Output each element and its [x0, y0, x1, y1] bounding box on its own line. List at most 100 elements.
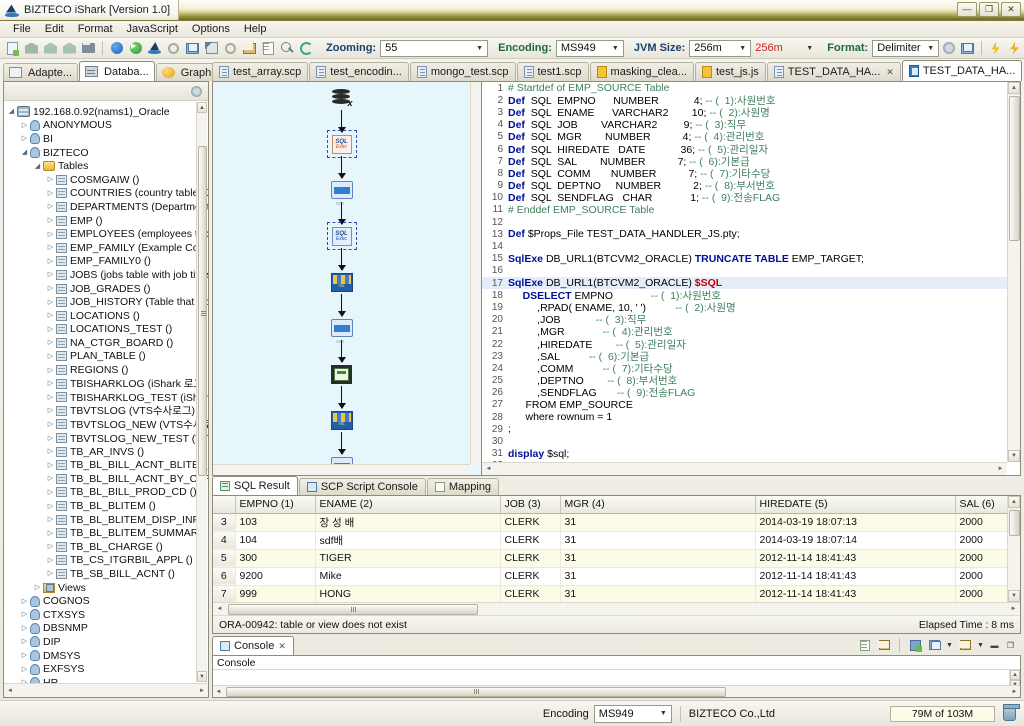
table-cell[interactable]: 999	[235, 585, 316, 602]
tree-item[interactable]: ▷ DMSYS	[4, 649, 208, 663]
twisty-expand-icon[interactable]: ▷	[45, 380, 56, 387]
column-header[interactable]: EMPNO (1)	[235, 496, 316, 514]
display-icon[interactable]	[329, 316, 355, 340]
code-line[interactable]: 26 ,SENDFLAG -- ( 9):전송FLAG	[482, 387, 1007, 399]
table-row[interactable]: 5300TIGERCLERK312012-11-14 18:41:4320005…	[213, 549, 1007, 568]
twisty-expand-icon[interactable]: ▷	[45, 462, 56, 469]
twisty-expand-icon[interactable]: ▷	[45, 448, 56, 455]
code-line[interactable]: 16	[482, 265, 1007, 277]
table-cell[interactable]: 31	[560, 549, 756, 568]
chevron-down-icon[interactable]: ▼	[945, 642, 954, 649]
sql-truncate-icon[interactable]: SQL Exec	[326, 130, 357, 158]
code-line[interactable]: 13 Def $Props_File TEST_DATA_HANDLER_JS.p…	[482, 228, 1007, 240]
memory-indicator[interactable]: 79M of 103M	[890, 705, 995, 722]
scroll-thumb[interactable]	[226, 686, 726, 697]
window-yellow-icon[interactable]	[241, 40, 258, 57]
encoding-combo[interactable]: MS949 ▼	[555, 39, 624, 57]
table-row[interactable]: 7999HONGCLERK312012-11-14 18:41:43200050…	[213, 585, 1007, 602]
twisty-expand-icon[interactable]: ▷	[45, 217, 56, 224]
twisty-expand-icon[interactable]: ▷	[45, 353, 56, 360]
twisty-expand-icon[interactable]: ▷	[45, 258, 56, 265]
tree-item[interactable]: ▷ REGIONS ()	[4, 363, 208, 377]
editor-tab[interactable]: test_array.scp	[212, 62, 309, 81]
column-header[interactable]: HIREDATE (5)	[755, 496, 956, 514]
zooming-combo[interactable]: 55 ▼	[380, 39, 489, 57]
tree-vertical-scrollbar[interactable]: ▲ ▼	[196, 102, 207, 682]
bolt-stop-icon[interactable]	[1006, 40, 1023, 57]
scroll-up-icon[interactable]: ▲	[1008, 82, 1020, 94]
grid-vertical-scrollbar[interactable]: ▲ ▼	[1007, 496, 1020, 602]
tree-item[interactable]: ▷ EMP ()	[4, 214, 208, 228]
tree-item[interactable]: ▷ TB_CS_ITGRBIL_APPL ()	[4, 554, 208, 568]
table-insert-icon[interactable]: TBL	[329, 270, 355, 294]
menu-file[interactable]: File	[6, 22, 38, 36]
chevron-down-icon[interactable]: ▼	[976, 642, 985, 649]
scroll-left-icon[interactable]: ◄	[482, 463, 495, 475]
tree-item[interactable]: ▷ TB_BL_BLITEM ()	[4, 499, 208, 513]
result-table[interactable]: EMPNO (1) ENAME (2) JOB (3) MGR (4) HIREDATE…	[213, 496, 1007, 602]
scroll-thumb[interactable]	[1009, 96, 1020, 241]
scroll-up-icon[interactable]: ▲	[1010, 670, 1020, 680]
window-controls[interactable]: — ❐ ✕	[957, 2, 1021, 17]
column-header[interactable]: JOB (3)	[500, 496, 561, 514]
table-cell[interactable]: 2000	[955, 549, 1007, 568]
twisty-expand-icon[interactable]: ▷	[45, 435, 56, 442]
table-cell[interactable]: 장 성 배	[315, 513, 501, 532]
twisty-expand-icon[interactable]: ▷	[45, 312, 56, 319]
table-insert-icon[interactable]: TBL	[329, 408, 355, 432]
table-cell[interactable]: 2000	[955, 531, 1007, 550]
twisty-expand-icon[interactable]: ▷	[45, 489, 56, 496]
tree-item[interactable]: ▷ TB_SB_BILL_ACNT ()	[4, 567, 208, 581]
result-tab[interactable]: Mapping	[426, 478, 500, 495]
scroll-left-icon[interactable]: ◄	[213, 603, 226, 615]
tree-item[interactable]: ▷ EXFSYS	[4, 662, 208, 676]
table-cell[interactable]: 2000	[955, 567, 1007, 586]
twisty-expand-icon[interactable]: ▷	[45, 530, 56, 537]
maximize-icon[interactable]: ❐	[1004, 639, 1017, 651]
table-cell[interactable]: 2014-03-19 18:07:13	[755, 513, 956, 532]
code-editor-pane[interactable]: 1 # Startdef of EMP_SOURCE Table 2 Def SQL …	[482, 82, 1021, 476]
clear-console-icon[interactable]	[858, 638, 872, 652]
twisty-expand-icon[interactable]: ▷	[45, 407, 56, 414]
lock-scroll-icon[interactable]	[877, 638, 891, 652]
tree-item[interactable]: ▷ ANONYMOUS	[4, 119, 208, 133]
window-icon[interactable]	[184, 40, 201, 57]
twisty-collapse-icon[interactable]: ◢	[32, 163, 43, 170]
twisty-expand-icon[interactable]: ▷	[19, 638, 30, 645]
table-cell[interactable]: 2012-11-14 18:41:43	[755, 549, 956, 568]
flow-diagram-pane[interactable]: x SQL Exec SQL Exec TBL TBL	[212, 82, 482, 476]
twisty-expand-icon[interactable]: ▷	[45, 231, 56, 238]
table-cell[interactable]: 104	[235, 531, 316, 550]
code-line[interactable]: 31 display $sql;	[482, 448, 1007, 460]
tree-item[interactable]: ◢ Tables	[4, 159, 208, 173]
tree-item[interactable]: ▷ BI	[4, 132, 208, 146]
twisty-expand-icon[interactable]: ▷	[19, 611, 30, 618]
trash-icon[interactable]	[1003, 704, 1020, 721]
grid-horizontal-scrollbar[interactable]: ◄ ►	[213, 602, 1020, 615]
scroll-right-icon[interactable]: ►	[1009, 687, 1020, 697]
bank-alt-icon[interactable]	[42, 40, 59, 57]
twisty-expand-icon[interactable]: ▷	[45, 190, 56, 197]
column-header[interactable]: SAL (6)	[955, 496, 1007, 514]
twisty-expand-icon[interactable]: ▷	[19, 625, 30, 632]
tree-item[interactable]: ▷ COSMGAIW ()	[4, 173, 208, 187]
maximize-button[interactable]: ❐	[979, 2, 999, 17]
table-cell[interactable]: 2000	[955, 585, 1007, 602]
code-line[interactable]: 15 SqlExe DB_URL1(BTCVM2_ORACLE) TRUNCATE…	[482, 253, 1007, 265]
table-cell[interactable]: HONG	[315, 585, 501, 602]
twisty-expand-icon[interactable]: ▷	[45, 421, 56, 428]
twisty-expand-icon[interactable]: ▷	[19, 135, 30, 142]
scroll-down-icon[interactable]: ▼	[197, 671, 207, 682]
tree-item[interactable]: ▷ COGNOS	[4, 594, 208, 608]
table-cell[interactable]: 31	[560, 585, 756, 602]
table-cell[interactable]: 31	[560, 513, 756, 532]
bank-alt2-icon[interactable]	[61, 40, 78, 57]
tree-item[interactable]: ▷ TBVTSLOG (VTS수사로그)	[4, 404, 208, 418]
editor-tab[interactable]: test_encodin...	[309, 62, 409, 81]
result-tab[interactable]: SCP Script Console	[298, 478, 426, 495]
scroll-right-icon[interactable]: ►	[196, 685, 208, 697]
tree-item[interactable]: ◢ BIZTECO	[4, 146, 208, 160]
table-cell[interactable]: sdf배	[315, 531, 501, 550]
table-cell[interactable]: 103	[235, 513, 316, 532]
tree-item[interactable]: ▷ TB_BL_BILL_ACNT_BLITEM_CHI	[4, 458, 208, 472]
